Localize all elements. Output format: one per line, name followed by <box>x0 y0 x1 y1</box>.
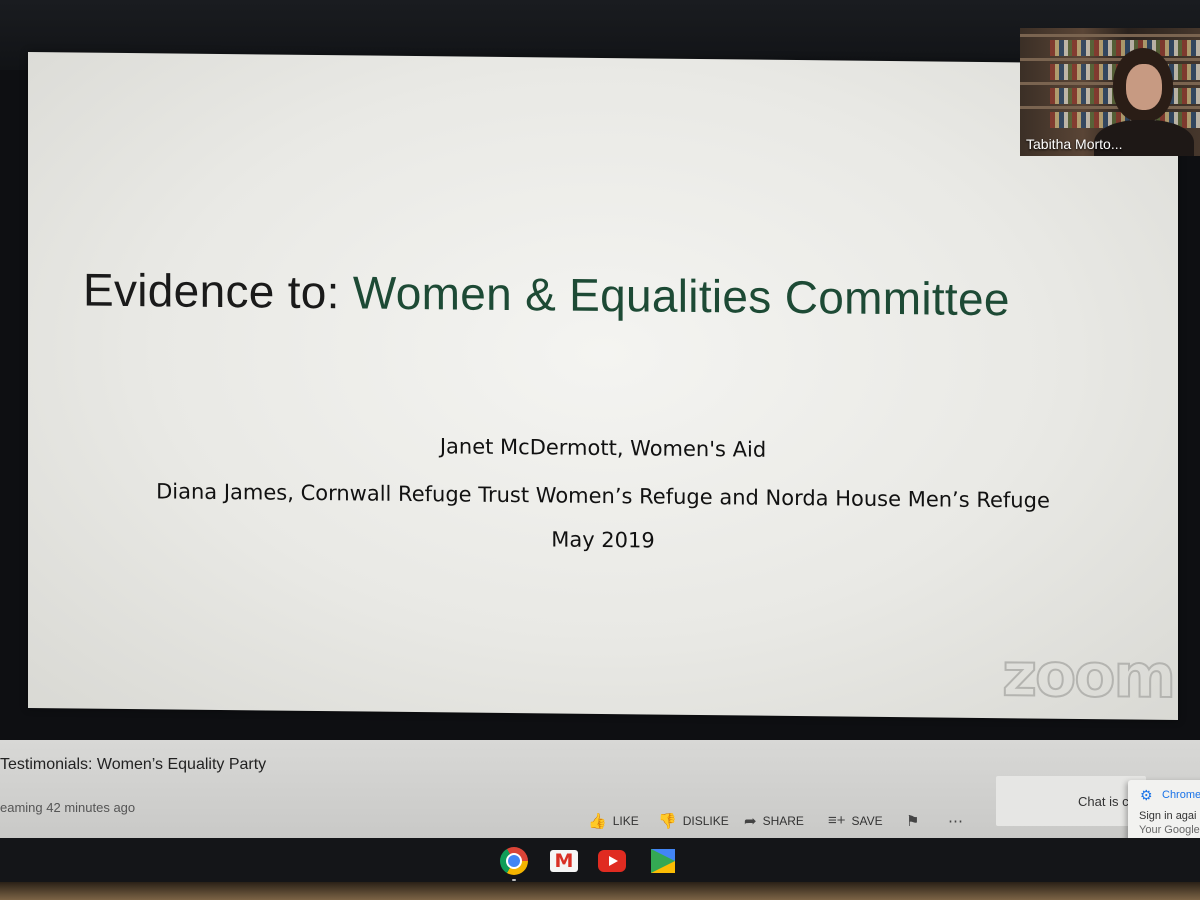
flag-icon: ⚑ <box>906 813 920 830</box>
running-indicator <box>512 879 516 881</box>
bookshelf <box>1020 34 1200 37</box>
popup-title: Chrome <box>1162 789 1200 801</box>
gmail-glyph: M <box>554 850 574 872</box>
participant-name: Tabitha Morto... <box>1026 136 1123 152</box>
slide-presenter-line: Janet McDermott, Women's Aid <box>439 434 767 462</box>
slide-title: Evidence to: Women & Equalities Committe… <box>83 263 1143 328</box>
chat-label: Chat is c <box>1078 794 1129 809</box>
like-button[interactable]: 👍 LIKE <box>588 812 639 830</box>
os-shelf: M <box>0 838 1200 882</box>
share-label: SHARE <box>762 814 804 828</box>
play-store-glyph <box>651 849 675 873</box>
thumbs-up-icon: 👍 <box>588 813 607 830</box>
bookshelf <box>1020 82 1200 85</box>
gear-icon: ⚙ <box>1140 787 1153 803</box>
share-arrow-icon: ➦ <box>744 813 757 830</box>
video-info-panel: Testimonials: Women’s Equality Party eam… <box>0 740 1200 854</box>
dislike-button[interactable]: 👎 DISLIKE <box>658 812 729 830</box>
more-horiz-icon: ⋯ <box>948 813 963 830</box>
thumbs-down-icon: 👎 <box>658 813 677 830</box>
playlist-add-icon: ≡+ <box>828 812 846 829</box>
popup-message: Sign in agai <box>1139 810 1197 822</box>
stream-time: eaming 42 minutes ago <box>0 800 136 815</box>
youtube-icon[interactable] <box>598 850 626 872</box>
bookshelf <box>1020 106 1200 109</box>
more-actions-button[interactable]: ⋯ <box>948 812 963 830</box>
share-button[interactable]: ➦ SHARE <box>744 812 804 830</box>
like-label: LIKE <box>612 814 639 828</box>
slide-presenter-line: Diana James, Cornwall Refuge Trust Women… <box>156 479 1050 513</box>
chat-panel: Chat is c <box>996 776 1146 826</box>
participant-face <box>1126 64 1162 110</box>
youtube-play-glyph <box>609 856 618 866</box>
video-title: Testimonials: Women’s Equality Party <box>0 756 267 773</box>
presentation-slide: Evidence to: Women & Equalities Committe… <box>28 51 1178 721</box>
slide-title-accent: Women & Equalities Committee <box>352 266 1010 326</box>
bookshelf <box>1020 58 1200 61</box>
slide-title-prefix: Evidence to: <box>83 263 340 319</box>
save-button[interactable]: ≡+ SAVE <box>828 812 883 829</box>
zoom-watermark: zoom <box>1001 639 1175 713</box>
save-label: SAVE <box>851 813 883 828</box>
participant-video-tile[interactable]: Tabitha Morto... <box>1020 28 1200 156</box>
laptop-bezel <box>0 882 1200 900</box>
play-store-icon[interactable] <box>648 847 676 875</box>
popup-subtext: Your Google <box>1139 824 1200 836</box>
chrome-icon[interactable] <box>500 847 528 881</box>
gmail-icon[interactable]: M <box>550 850 578 872</box>
report-button[interactable]: ⚑ <box>906 812 919 830</box>
slide-date: May 2019 <box>551 527 655 553</box>
dislike-label: DISLIKE <box>682 814 729 828</box>
